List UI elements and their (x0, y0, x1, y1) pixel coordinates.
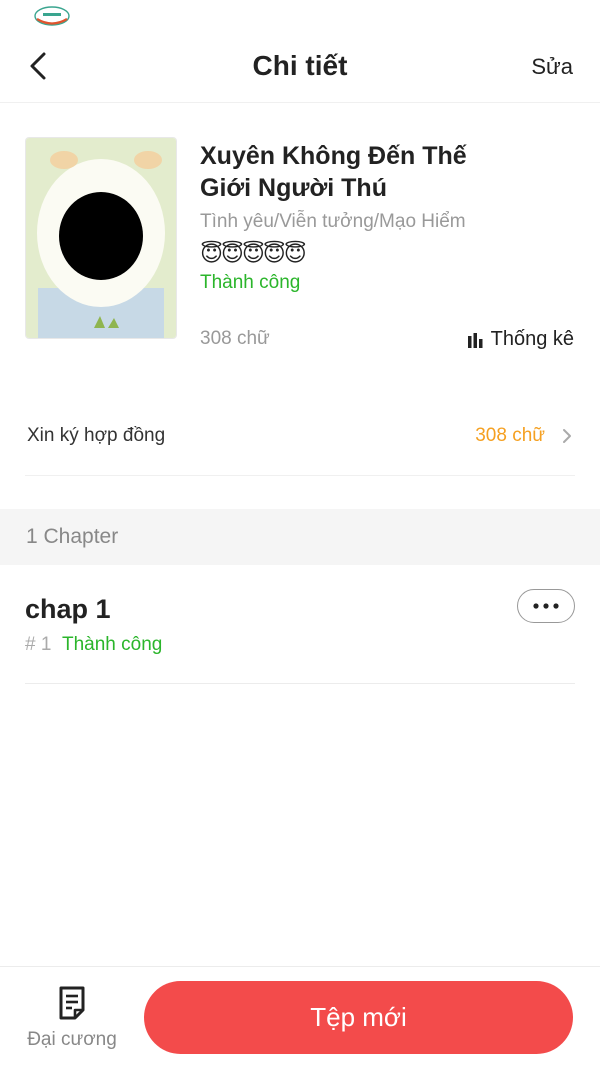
outline-label: Đại cương (27, 1029, 117, 1050)
contract-request-row[interactable]: Xin ký hợp đồng 308 chữ (25, 405, 575, 476)
chapter-status: Thành công (62, 634, 163, 655)
bar-chart-icon (467, 332, 483, 348)
bottom-action-bar: Đại cương Tệp mới (0, 966, 600, 1068)
statistics-button[interactable]: Thống kê (467, 328, 574, 351)
outline-button[interactable]: Đại cương (22, 985, 122, 1057)
rating-emojis: 😇😇😇😇😇 (200, 241, 307, 266)
word-count: 308 chữ (200, 328, 270, 349)
book-genres: Tình yêu/Viễn tưởng/Mạo Hiểm (200, 211, 466, 232)
status-bar (0, 0, 600, 34)
chapters-header: 1 Chapter (0, 509, 600, 565)
contract-word-count: 308 chữ (475, 425, 545, 446)
carrier-logo (34, 6, 70, 26)
chapter-count: 1 Chapter (26, 525, 119, 548)
book-title: Xuyên Không Đến Thế Giới Người Thú (200, 142, 467, 202)
more-dots-icon (533, 603, 559, 609)
chevron-right-icon (563, 429, 571, 443)
top-navigation-bar: Chi tiết Sửa (0, 34, 600, 103)
contract-label: Xin ký hợp đồng (27, 425, 166, 446)
book-cover-image[interactable] (25, 137, 177, 339)
outline-document-icon (59, 986, 85, 1020)
page-title: Chi tiết (252, 50, 348, 81)
chapter-title: chap 1 (25, 594, 111, 624)
book-status: Thành công (200, 272, 301, 293)
chapter-list-item[interactable]: chap 1 # 1 Thành công (25, 580, 575, 684)
chapter-number: # 1 (25, 634, 52, 655)
edit-button[interactable]: Sửa (531, 54, 573, 80)
new-file-button[interactable]: Tệp mới (144, 981, 573, 1054)
chapter-more-button[interactable] (517, 589, 575, 623)
statistics-label: Thống kê (490, 328, 574, 350)
